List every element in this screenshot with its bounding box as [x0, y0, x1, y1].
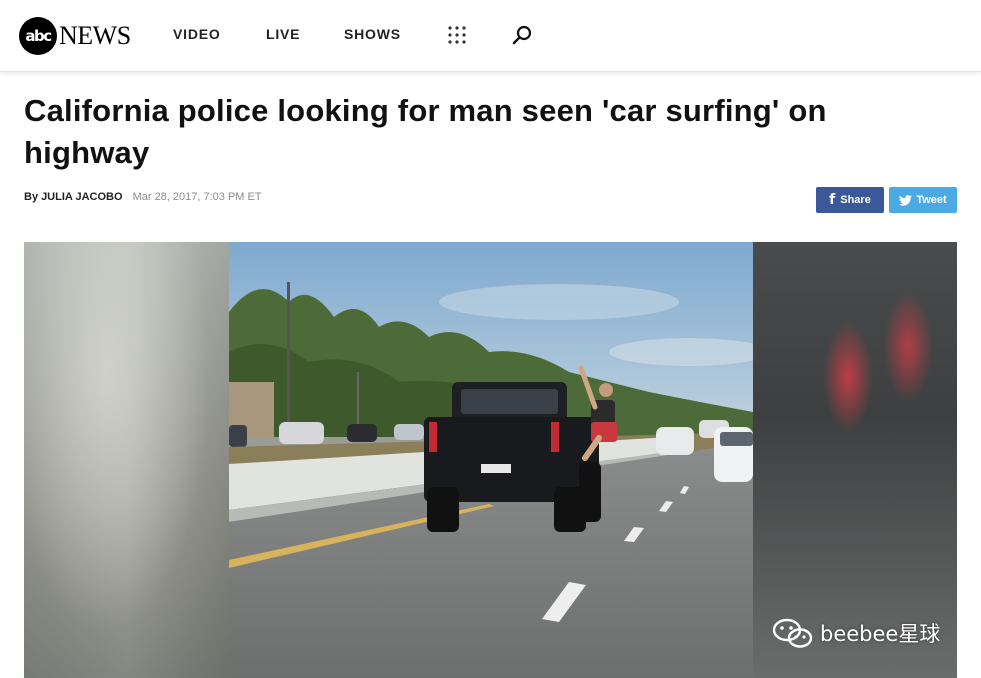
watermark-text: beebee星球	[820, 622, 941, 646]
publish-timestamp: Mar 28, 2017, 7:03 PM ET	[132, 191, 262, 203]
nav-shows[interactable]: SHOWS	[344, 26, 401, 42]
twitter-share-label: Tweet	[916, 194, 947, 206]
facebook-share-label: Share	[840, 194, 871, 206]
nav-live[interactable]: LIVE	[266, 26, 300, 42]
facebook-share-button[interactable]: f Share	[816, 187, 884, 213]
search-icon[interactable]	[512, 25, 533, 46]
twitter-share-button[interactable]: Tweet	[889, 187, 957, 213]
wechat-icon	[772, 618, 813, 648]
nav-video[interactable]: VIDEO	[173, 26, 221, 42]
site-header: abc NEWS VIDEO LIVE SHOWS	[0, 0, 981, 72]
facebook-icon: f	[829, 192, 836, 208]
logo-abc-text: abc	[25, 27, 52, 45]
byline: By JULIA JACOBO Mar 28, 2017, 7:03 PM ET	[24, 191, 262, 203]
grid-icon[interactable]	[447, 25, 467, 45]
article-headline: California police looking for man seen '…	[24, 93, 827, 170]
byline-prefix: By	[24, 191, 39, 203]
abc-news-logo[interactable]: abc NEWS	[19, 16, 131, 56]
abc-logo-mark: abc	[19, 17, 57, 55]
logo-news-text: NEWS	[59, 21, 131, 50]
author-link[interactable]: JULIA JACOBO	[41, 191, 123, 203]
blurred-side-right	[753, 242, 957, 678]
twitter-icon	[899, 194, 913, 206]
watermark: beebee星球	[772, 618, 940, 648]
article-image[interactable]	[24, 242, 957, 678]
blurred-side-left	[24, 242, 229, 678]
highway-photo	[229, 242, 753, 678]
